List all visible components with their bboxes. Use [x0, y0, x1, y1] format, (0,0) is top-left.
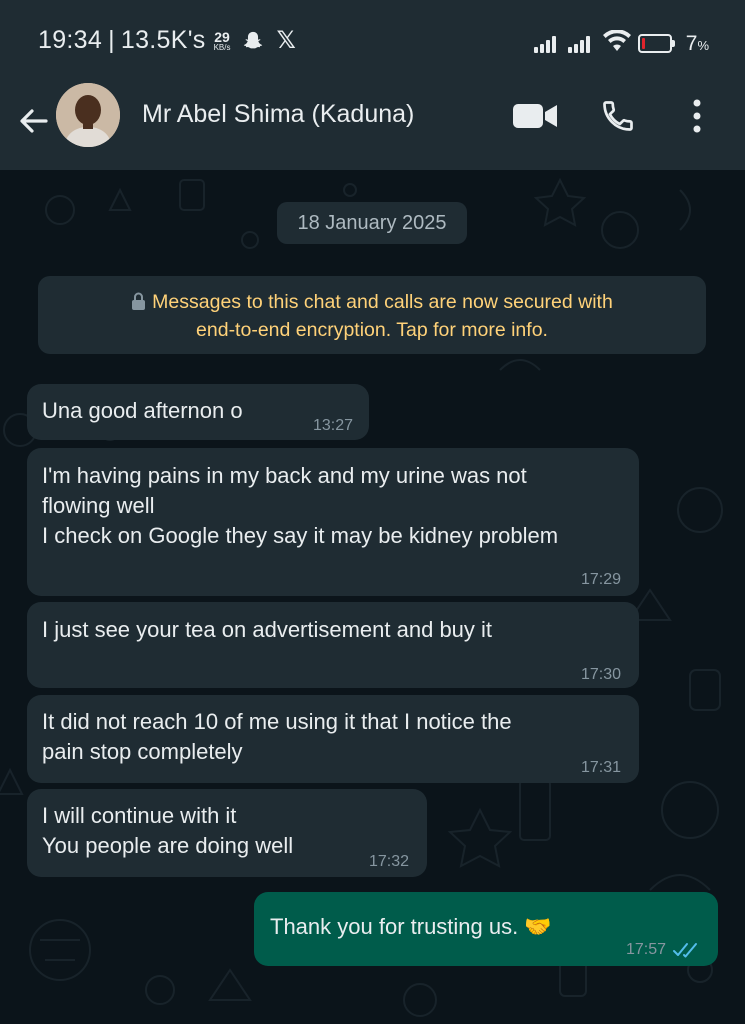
- message-time: 17:57: [625, 941, 666, 958]
- network-speed-value: 29: [214, 28, 230, 45]
- more-options-icon[interactable]: [692, 98, 702, 139]
- message-text: I will continue with it You people are d…: [42, 803, 294, 858]
- status-separator: |: [108, 26, 115, 54]
- message-bubble-incoming[interactable]: I just see your tea on advertisement and…: [27, 602, 639, 688]
- date-divider: 18 January 2025: [277, 202, 467, 244]
- message-time: 13:27: [312, 417, 353, 434]
- message-text: It did not reach 10 of me using it that …: [42, 709, 512, 764]
- back-arrow-icon[interactable]: [16, 104, 50, 138]
- encryption-notice[interactable]: Messages to this chat and calls are now …: [38, 276, 706, 354]
- read-receipt-icon: [672, 936, 702, 966]
- message-text: I just see your tea on advertisement and…: [42, 617, 493, 642]
- message-bubble-outgoing[interactable]: Thank you for trusting us. 🤝 17:57: [254, 892, 718, 966]
- chat-header: Mr Abel Shima (Kaduna): [0, 82, 745, 170]
- battery-percent: 7%: [686, 32, 709, 56]
- chat-area[interactable]: 18 January 2025 Messages to this chat an…: [0, 170, 745, 1024]
- status-bar: 19:34 | 13.5K's 29 KB/s 𝕏 7%: [0, 0, 745, 82]
- network-speed-unit: KB/s: [213, 42, 231, 52]
- battery-fill: [641, 38, 645, 49]
- video-call-icon[interactable]: [512, 102, 558, 135]
- message-bubble-incoming[interactable]: It did not reach 10 of me using it that …: [27, 695, 639, 783]
- encryption-notice-line1: Messages to this chat and calls are now …: [152, 291, 613, 313]
- message-bubble-incoming[interactable]: I'm having pains in my back and my urine…: [27, 448, 639, 596]
- snapchat-icon: [242, 30, 264, 52]
- message-time: 17:29: [580, 571, 621, 588]
- status-views: 13.5K's: [120, 26, 206, 54]
- wifi-icon: [602, 29, 632, 57]
- message-text: Thank you for trusting us. 🤝: [270, 914, 552, 939]
- message-time: 17:31: [580, 759, 621, 776]
- message-text: I'm having pains in my back and my urine…: [42, 463, 559, 548]
- message-bubble-incoming[interactable]: Una good afternon o 13:27: [27, 384, 369, 440]
- voice-call-icon[interactable]: [600, 98, 636, 139]
- message-bubble-incoming[interactable]: I will continue with it You people are d…: [27, 789, 427, 877]
- battery-percent-value: 7: [685, 31, 698, 55]
- contact-name[interactable]: Mr Abel Shima (Kaduna): [142, 100, 414, 129]
- lock-icon: [131, 291, 146, 317]
- network-speed: 29 KB/s: [214, 30, 231, 52]
- battery-icon: [637, 34, 675, 53]
- x-twitter-icon: 𝕏: [276, 27, 296, 54]
- signal-strength-icon-2: [567, 35, 592, 53]
- message-time: 17:32: [368, 853, 409, 870]
- message-time: 17:30: [580, 666, 621, 683]
- message-text: Una good afternon o: [42, 398, 243, 423]
- avatar[interactable]: [56, 83, 120, 147]
- status-time: 19:34: [38, 26, 103, 54]
- battery-percent-unit: %: [697, 37, 709, 53]
- signal-strength-icon: [533, 35, 558, 53]
- encryption-notice-line2: end-to-end encryption. Tap for more info…: [196, 319, 548, 341]
